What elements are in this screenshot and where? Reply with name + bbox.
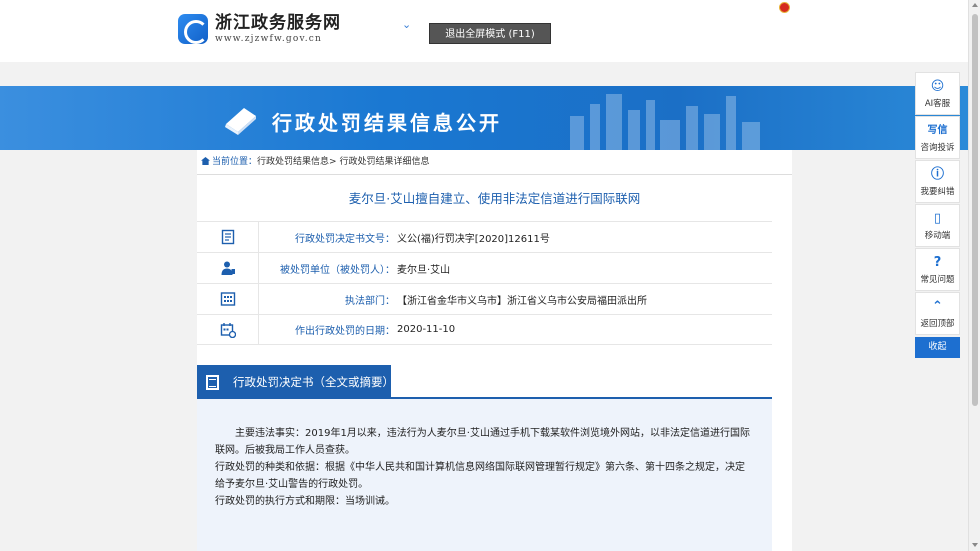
breadcrumb-link-results[interactable]: 行政处罚结果信息: [257, 157, 329, 167]
rail-item-label: 移动端: [924, 231, 951, 241]
back-to-top-icon: ⌃: [932, 299, 943, 314]
breadcrumb-separator: >: [329, 157, 337, 167]
question-icon: ?: [933, 255, 942, 270]
breadcrumb: 当前位置：行政处罚结果信息> 行政处罚结果详细信息: [197, 150, 792, 175]
rail-item-report-error[interactable]: ⓘ 我要纠错: [915, 160, 960, 203]
calendar-icon: [220, 322, 236, 338]
rail-item-faq[interactable]: ? 常见问题: [915, 248, 960, 291]
info-row-decision-number: 行政处罚决定书文号： 义公(福)行罚决字[2020]12611号: [197, 221, 772, 252]
rail-item-label: 我要纠错: [920, 187, 955, 197]
chevron-down-icon[interactable]: ⌄: [402, 19, 412, 30]
rail-item-back-to-top[interactable]: ⌃ 返回顶部: [915, 292, 960, 335]
site-logo[interactable]: 浙江政务服务网 www.zjzwfw.gov.cn: [178, 13, 341, 45]
building-icon: [220, 292, 235, 306]
floating-service-rail: ☺ AI客服 写信 咨询投诉 ⓘ 我要纠错 ▯ 移动端 ? 常见问题 ⌃ 返回顶…: [915, 72, 960, 358]
info-label: 行政处罚决定书文号：: [295, 233, 395, 245]
document-number-icon: [221, 229, 234, 245]
scroll-down-arrow-icon[interactable]: [972, 543, 978, 547]
person-icon: [221, 261, 235, 275]
logo-text: 浙江政务服务网 www.zjzwfw.gov.cn: [215, 13, 341, 45]
info-value: 义公(福)行罚决字[2020]12611号: [397, 233, 550, 245]
case-title: 麦尔旦·艾山擅自建立、使用非法定信道进行国际联网: [348, 191, 641, 206]
decision-paragraph-facts: 主要违法事实：2019年1月以来，违法行为人麦尔旦·艾山通过手机下载某软件浏览境…: [215, 428, 750, 456]
info-label: 执法部门：: [345, 295, 395, 307]
breadcrumb-prefix: 当前位置：: [212, 157, 258, 167]
document-icon: [206, 375, 219, 390]
page-scrollbar[interactable]: [968, 0, 980, 551]
info-value: 2020-11-10: [397, 324, 456, 335]
decision-content: 主要违法事实：2019年1月以来，违法行为人麦尔旦·艾山通过手机下载某软件浏览境…: [197, 399, 772, 551]
exit-fullscreen-button[interactable]: 退出全屏模式 (F11): [429, 23, 551, 44]
page-banner: 行政处罚结果信息公开: [0, 86, 968, 150]
site-url: www.zjzwfw.gov.cn: [215, 34, 323, 44]
scroll-up-arrow-icon[interactable]: [972, 3, 978, 7]
info-row-decision-date: 作出行政处罚的日期： 2020-11-10: [197, 314, 772, 345]
info-icon: ⓘ: [930, 167, 944, 182]
letter-icon: 写信: [927, 125, 948, 136]
national-emblem-icon: [779, 2, 790, 13]
info-row-penalized-party: 被处罚单位（被处罚人）： 麦尔旦·艾山: [197, 252, 772, 283]
info-label: 作出行政处罚的日期：: [295, 326, 395, 337]
mobile-icon: ▯: [933, 211, 942, 226]
case-info-table: 行政处罚决定书文号： 义公(福)行罚决字[2020]12611号 被处罚单位（被…: [197, 221, 772, 345]
tab-label: 行政处罚决定书（全文或摘要）: [233, 375, 394, 389]
breadcrumb-current: 行政处罚结果详细信息: [339, 157, 430, 167]
tab-decision-document[interactable]: 行政处罚决定书（全文或摘要）: [197, 365, 394, 399]
logo-icon: [178, 14, 208, 44]
book-icon: [225, 108, 256, 135]
rail-item-label: 常见问题: [920, 275, 955, 285]
rail-item-label: 咨询投诉: [920, 143, 955, 153]
site-header: 浙江政务服务网 www.zjzwfw.gov.cn ⌄ 退出全屏模式 (F11): [0, 0, 968, 62]
rail-item-label: 返回顶部: [920, 319, 955, 329]
skyline-decoration: [570, 94, 760, 150]
decision-paragraph-execution: 行政处罚的执行方式和期限：当场训诫。: [215, 496, 395, 507]
home-icon: [201, 157, 210, 165]
decision-section-header: 行政处罚决定书（全文或摘要）: [197, 365, 772, 399]
rail-item-label: AI客服: [924, 99, 951, 109]
info-label: 被处罚单位（被处罚人）：: [280, 264, 395, 276]
info-row-enforcement-dept: 执法部门： 【浙江省金华市义乌市】浙江省义乌市公安局福田派出所: [197, 283, 772, 314]
rail-item-consult-complaint[interactable]: 写信 咨询投诉: [915, 116, 960, 159]
content-card: 当前位置：行政处罚结果信息> 行政处罚结果详细信息 麦尔旦·艾山擅自建立、使用非…: [197, 150, 792, 551]
scrollbar-thumb[interactable]: [972, 14, 978, 406]
rail-item-mobile[interactable]: ▯ 移动端: [915, 204, 960, 247]
decision-paragraph-basis: 行政处罚的种类和依据：根据《中华人民共和国计算机信息网络国际联网管理暂行规定》第…: [215, 462, 745, 490]
ai-chat-icon: ☺: [930, 79, 945, 94]
collapse-rail-button[interactable]: 收起: [915, 337, 960, 358]
info-value: 【浙江省金华市义乌市】浙江省义乌市公安局福田派出所: [397, 295, 647, 307]
rail-item-ai-service[interactable]: ☺ AI客服: [915, 72, 960, 115]
info-value: 麦尔旦·艾山: [397, 264, 451, 276]
banner-title: 行政处罚结果信息公开: [272, 111, 502, 135]
site-title: 浙江政务服务网: [215, 13, 341, 33]
